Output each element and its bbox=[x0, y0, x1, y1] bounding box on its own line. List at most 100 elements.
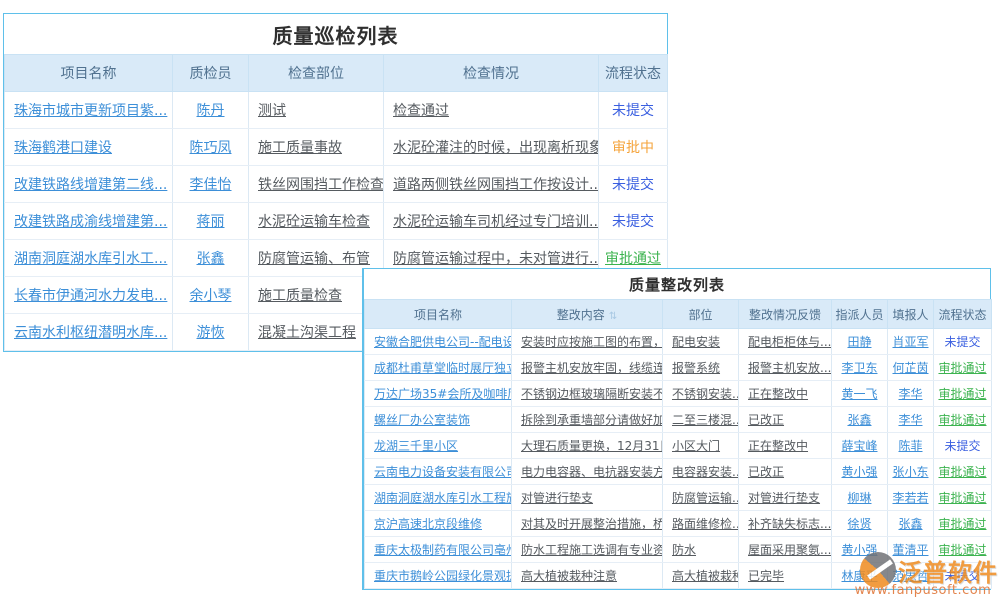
project-link[interactable]: 长春市伊通河水力发电... bbox=[14, 288, 167, 304]
status-badge[interactable]: 未提交 bbox=[944, 439, 980, 453]
status-badge[interactable]: 审批通过 bbox=[938, 465, 986, 479]
inspection-situation-cell: 道路两侧铁丝网围挡工作按设计... bbox=[384, 166, 599, 203]
reporter-name-cell: 李华 bbox=[888, 407, 934, 433]
project-link-cell: 京沪高速北京段维修 bbox=[365, 511, 512, 537]
rectify-part-cell: 不锈钢安装... bbox=[663, 381, 739, 407]
inspector-name[interactable]: 陈丹 bbox=[197, 103, 225, 119]
rectify-column-header-1[interactable]: 整改内容⇅ bbox=[512, 300, 663, 329]
status-badge[interactable]: 审批通过 bbox=[938, 517, 986, 531]
table-row: 云南电力设备安装有限公司20...电力电容器、电抗器安装方案,...电容器安装.… bbox=[365, 459, 992, 485]
rectify-column-header-2: 部位 bbox=[663, 300, 739, 329]
inspector-name-cell: 李佳怡 bbox=[173, 166, 249, 203]
assignee-name[interactable]: 黄一飞 bbox=[841, 387, 877, 401]
status-badge[interactable]: 未提交 bbox=[944, 569, 980, 583]
project-link[interactable]: 云南电力设备安装有限公司20... bbox=[374, 465, 512, 479]
assignee-name[interactable]: 张鑫 bbox=[847, 413, 871, 427]
reporter-name-cell: 陈菲 bbox=[888, 433, 934, 459]
sort-updown-icon[interactable]: ⇅ bbox=[609, 311, 617, 322]
assignee-name[interactable]: 薛宝峰 bbox=[841, 439, 877, 453]
inspection-part-cell: 铁丝网围挡工作检查 bbox=[249, 166, 384, 203]
inspector-name[interactable]: 余小琴 bbox=[190, 288, 232, 304]
rectify-part: 配电安装 bbox=[672, 335, 720, 349]
reporter-name[interactable]: 陈菲 bbox=[898, 439, 922, 453]
inspector-name[interactable]: 陈巧凤 bbox=[190, 140, 232, 156]
project-link[interactable]: 万达广场35#会所及咖啡厅空... bbox=[374, 387, 512, 401]
reporter-name[interactable]: 何芷茵 bbox=[892, 361, 928, 375]
project-link[interactable]: 螺丝厂办公室装饰 bbox=[374, 413, 470, 427]
inspection-part: 施工质量事故 bbox=[258, 140, 342, 156]
rectify-content-cell: 大理石质量更换，12月31日之... bbox=[512, 433, 663, 459]
reporter-name[interactable]: 肖亚军 bbox=[892, 335, 928, 349]
project-link[interactable]: 京沪高速北京段维修 bbox=[374, 517, 482, 531]
inspector-name[interactable]: 蒋丽 bbox=[197, 214, 225, 230]
assignee-name[interactable]: 林康平 bbox=[841, 569, 877, 583]
rectify-part: 路面维修检... bbox=[672, 517, 739, 531]
project-link[interactable]: 改建铁路成渝线增建第... bbox=[14, 214, 167, 230]
reporter-name[interactable]: 李华 bbox=[898, 387, 922, 401]
reporter-name[interactable]: 张鑫 bbox=[898, 517, 922, 531]
assignee-name[interactable]: 徐贤 bbox=[847, 517, 871, 531]
assignee-name[interactable]: 李卫东 bbox=[841, 361, 877, 375]
reporter-name[interactable]: 张小东 bbox=[892, 465, 928, 479]
project-link-cell: 重庆市鹅岭公园绿化景观提升... bbox=[365, 563, 512, 589]
inspector-name[interactable]: 李佳怡 bbox=[190, 177, 232, 193]
assignee-name-cell: 黄小强 bbox=[832, 537, 888, 563]
rectify-list-panel: 质量整改列表 项目名称整改内容⇅部位整改情况反馈指派人员填报人流程状态 安徽合肥… bbox=[362, 268, 991, 590]
page: { "colors": { "header_bg": "#d9eaf8", "h… bbox=[0, 0, 1000, 600]
assignee-name[interactable]: 黄小强 bbox=[841, 465, 877, 479]
assignee-name[interactable]: 柳琳 bbox=[847, 491, 871, 505]
inspector-name[interactable]: 游恢 bbox=[197, 325, 225, 341]
reporter-name[interactable]: 李若若 bbox=[892, 491, 928, 505]
project-link[interactable]: 龙湖三千里小区 bbox=[374, 439, 458, 453]
rectify-column-header-6: 流程状态 bbox=[934, 300, 992, 329]
project-link[interactable]: 湖南洞庭湖水库引水工... bbox=[14, 251, 167, 267]
project-link-cell: 改建铁路线增建第二线... bbox=[5, 166, 173, 203]
rectify-feedback: 屋面采用聚氨... bbox=[748, 543, 831, 557]
status-badge[interactable]: 审批通过 bbox=[938, 361, 986, 375]
table-row: 万达广场35#会所及咖啡厅空...不锈钢边框玻璃隔断安装不牢...不锈钢安装..… bbox=[365, 381, 992, 407]
rectify-feedback: 对管进行垫支 bbox=[748, 491, 820, 505]
project-link-cell: 成都杜甫草堂临时展厅独立展... bbox=[365, 355, 512, 381]
project-link[interactable]: 重庆太极制药有限公司亳州中... bbox=[374, 543, 512, 557]
status-badge[interactable]: 未提交 bbox=[612, 103, 654, 119]
project-link[interactable]: 云南水利枢纽潜明水库... bbox=[14, 325, 167, 341]
status-badge[interactable]: 审批通过 bbox=[938, 491, 986, 505]
column-label: 流程状态 bbox=[938, 308, 986, 322]
status-badge[interactable]: 审批中 bbox=[612, 140, 654, 156]
project-link[interactable]: 成都杜甫草堂临时展厅独立展... bbox=[374, 361, 512, 375]
rectify-feedback-cell: 正在整改中 bbox=[739, 381, 832, 407]
project-link[interactable]: 重庆市鹅岭公园绿化景观提升... bbox=[374, 569, 512, 583]
project-link-cell: 改建铁路成渝线增建第... bbox=[5, 203, 173, 240]
status-badge[interactable]: 未提交 bbox=[612, 214, 654, 230]
inspector-name[interactable]: 张鑫 bbox=[197, 251, 225, 267]
assignee-name[interactable]: 田静 bbox=[847, 335, 871, 349]
status-badge[interactable]: 审批通过 bbox=[938, 543, 986, 557]
rectify-part: 报警系统 bbox=[672, 361, 720, 375]
status-badge[interactable]: 审批通过 bbox=[605, 251, 661, 267]
table-row: 京沪高速北京段维修对其及时开展整治措施，桥头...路面维修检...补齐缺失标志.… bbox=[365, 511, 992, 537]
project-link[interactable]: 安徽合肥供电公司--配电设备... bbox=[374, 335, 512, 349]
status-badge[interactable]: 审批通过 bbox=[938, 413, 986, 427]
rectify-feedback-cell: 屋面采用聚氨... bbox=[739, 537, 832, 563]
project-link-cell: 螺丝厂办公室装饰 bbox=[365, 407, 512, 433]
table-row: 重庆太极制药有限公司亳州中...防水工程施工选调有专业资质...防水屋面采用聚氨… bbox=[365, 537, 992, 563]
reporter-name[interactable]: 李华 bbox=[898, 413, 922, 427]
status-badge-cell: 未提交 bbox=[934, 433, 992, 459]
project-link[interactable]: 改建铁路线增建第二线... bbox=[14, 177, 167, 193]
column-label: 项目名称 bbox=[61, 66, 117, 82]
project-link[interactable]: 珠海鹤港口建设 bbox=[14, 140, 112, 156]
project-link[interactable]: 湖南洞庭湖水库引水工程施工标 bbox=[374, 491, 512, 505]
project-link[interactable]: 珠海市城市更新项目紫... bbox=[14, 103, 167, 119]
rectify-column-header-3: 整改情况反馈 bbox=[739, 300, 832, 329]
status-badge[interactable]: 审批通过 bbox=[938, 387, 986, 401]
rectify-content: 报警主机安放牢固，线缆连接... bbox=[521, 361, 663, 375]
inspector-name-cell: 陈丹 bbox=[173, 92, 249, 129]
assignee-name[interactable]: 黄小强 bbox=[841, 543, 877, 557]
rectify-part-cell: 电容器安装... bbox=[663, 459, 739, 485]
reporter-name[interactable]: 范思哲 bbox=[892, 569, 928, 583]
reporter-name[interactable]: 董清平 bbox=[892, 543, 928, 557]
inspection-column-header-0: 项目名称 bbox=[5, 55, 173, 92]
inspector-name-cell: 余小琴 bbox=[173, 277, 249, 314]
status-badge[interactable]: 未提交 bbox=[612, 177, 654, 193]
status-badge[interactable]: 未提交 bbox=[944, 335, 980, 349]
